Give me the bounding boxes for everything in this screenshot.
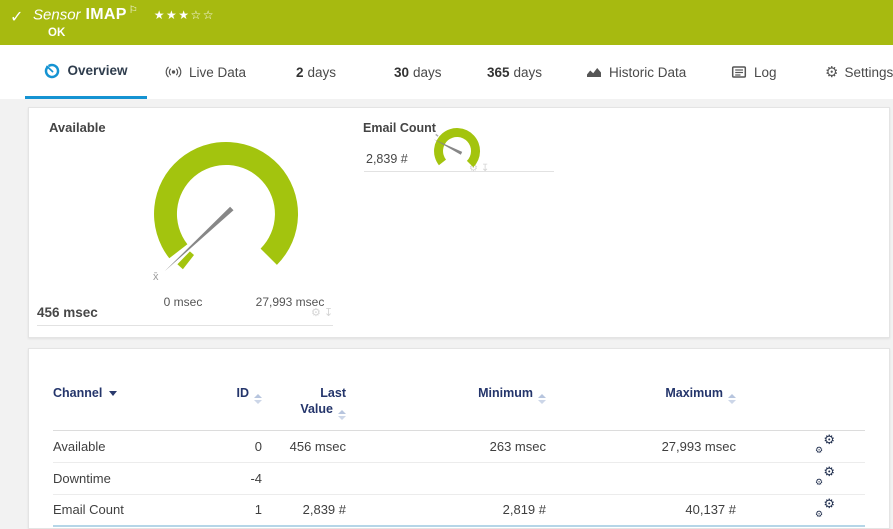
gauge-available-tools[interactable]: ⚙↧ xyxy=(311,306,336,319)
channel-maximum: 40,137 # xyxy=(685,502,736,518)
gauge-available-scale-min: 0 msec xyxy=(163,295,203,309)
sensor-tab-bar: Overview Live Data 2 days 30 days 365 da… xyxy=(0,45,893,99)
sort-icon xyxy=(538,394,546,404)
tab-365-days[interactable]: 365 days xyxy=(487,45,542,99)
column-header-minimum[interactable]: Minimum xyxy=(346,386,546,404)
area-chart-icon xyxy=(586,64,602,80)
sort-descending-icon xyxy=(109,391,118,396)
gauge-email-count[interactable] xyxy=(429,123,485,179)
sensor-type-label: Sensor xyxy=(33,6,81,24)
channel-name[interactable]: Downtime xyxy=(53,471,228,486)
status-badge: OK xyxy=(48,27,66,39)
sensor-name: IMAP xyxy=(85,6,127,24)
gauge-email-count-value: 2,839 # xyxy=(366,152,408,166)
gauge-available-value: 456 msec xyxy=(37,305,98,320)
tab-live-data-label: Live Data xyxy=(189,64,247,80)
tab-2-days[interactable]: 2 days xyxy=(296,45,336,99)
channel-last-value: 2,839 # xyxy=(302,502,346,518)
stars-filled[interactable]: ★★★ xyxy=(154,8,191,22)
tab-log[interactable]: Log xyxy=(731,45,777,99)
gauge-icon xyxy=(44,63,60,79)
column-header-minimum-label: Minimum xyxy=(478,386,533,400)
pin-icon[interactable]: ↧ xyxy=(324,306,336,319)
tab-historic-data-label: Historic Data xyxy=(609,64,687,80)
sort-icon xyxy=(338,409,346,420)
sort-icon xyxy=(728,394,736,404)
column-header-value-label: Value xyxy=(300,401,333,416)
tab-365-days-number: 365 xyxy=(487,64,510,80)
gear-icon: ⚙ xyxy=(823,496,835,512)
channel-id: 1 xyxy=(254,502,262,518)
tab-30-days-label: days xyxy=(413,64,442,80)
gauge-email-count-title: Email Count xyxy=(363,121,436,135)
gauge-available[interactable] xyxy=(106,119,346,309)
column-header-channel-label: Channel xyxy=(53,386,103,400)
tab-overview[interactable]: Overview xyxy=(25,45,147,99)
channel-settings-icon[interactable]: ⚙ ⚙ xyxy=(815,465,835,489)
gear-icon: ⚙ xyxy=(823,465,835,481)
column-header-last-value[interactable]: Last Value xyxy=(262,386,346,420)
live-signal-icon xyxy=(165,64,182,80)
gauge-email-count-arc xyxy=(434,128,481,168)
tab-365-days-label: days xyxy=(513,64,543,80)
channel-id: -4 xyxy=(250,470,262,486)
channel-settings-icon[interactable]: ⚙ ⚙ xyxy=(815,433,835,457)
sensor-status-banner: ✓ Sensor IMAP ⚐ ★★★☆☆ OK xyxy=(0,0,893,45)
tab-2-days-number: 2 xyxy=(296,64,304,80)
gauge-available-zero-tick xyxy=(177,251,194,270)
column-header-maximum-label: Maximum xyxy=(665,386,723,400)
channels-table: Channel ID Last Value Minimum Maximum Ava… xyxy=(29,349,889,527)
sort-icon xyxy=(254,394,262,404)
gauge-available-title: Available xyxy=(49,120,106,135)
stars-empty[interactable]: ☆☆ xyxy=(190,8,215,22)
sensor-title: Sensor IMAP ⚐ ★★★☆☆ xyxy=(33,5,215,24)
priority-stars[interactable]: ★★★☆☆ xyxy=(154,8,215,22)
column-header-channel[interactable]: Channel xyxy=(53,386,228,400)
tab-2-days-label: days xyxy=(307,64,337,80)
table-header-row: Channel ID Last Value Minimum Maximum xyxy=(53,349,865,431)
column-header-id-label: ID xyxy=(236,386,250,400)
tab-historic-data[interactable]: Historic Data xyxy=(586,45,686,99)
table-row-downtime: Downtime -4 ⚙ ⚙ xyxy=(53,463,865,495)
tab-live-data[interactable]: Live Data xyxy=(165,45,246,99)
channel-name[interactable]: Available xyxy=(53,439,228,454)
gauges-panel: Available x̄ 0 msec 27,993 msec 456 msec… xyxy=(28,107,890,338)
gauge-available-arc xyxy=(154,141,299,265)
average-marker: x̄ xyxy=(153,271,159,283)
gear-icon[interactable]: ⚙ xyxy=(311,306,324,319)
gear-icon: ⚙ xyxy=(825,63,839,81)
column-header-maximum[interactable]: Maximum xyxy=(546,386,736,404)
gear-icon: ⚙ xyxy=(815,478,824,489)
tab-30-days[interactable]: 30 days xyxy=(394,45,442,99)
gear-icon: ⚙ xyxy=(815,446,824,457)
channel-maximum: 27,993 msec xyxy=(661,438,736,454)
column-header-id[interactable]: ID xyxy=(228,386,262,404)
channel-id: 0 xyxy=(254,438,262,454)
channel-settings-icon[interactable]: ⚙ ⚙ xyxy=(815,496,835,520)
gear-icon: ⚙ xyxy=(815,509,824,520)
tab-settings-label: Settings xyxy=(844,64,893,80)
channel-name[interactable]: Email Count xyxy=(53,502,228,517)
gauge-email-count-tick xyxy=(435,133,439,137)
log-list-icon xyxy=(731,64,747,80)
flag-icon: ⚐ xyxy=(128,5,138,16)
column-header-last-label: Last xyxy=(320,386,346,400)
channel-minimum: 263 msec xyxy=(489,438,546,454)
channels-table-panel: Channel ID Last Value Minimum Maximum Ava… xyxy=(28,348,890,529)
channel-minimum: 2,819 # xyxy=(502,502,546,518)
tab-settings[interactable]: ⚙ Settings xyxy=(825,45,893,99)
gauge-available-divider xyxy=(37,325,333,326)
tab-log-label: Log xyxy=(754,64,777,80)
tab-30-days-number: 30 xyxy=(394,64,410,80)
prtg-sensor-page: ✓ Sensor IMAP ⚐ ★★★☆☆ OK Overview Live Data… xyxy=(0,0,893,529)
gear-icon: ⚙ xyxy=(823,433,835,449)
channel-last-value: 456 msec xyxy=(289,438,346,454)
status-ok-check-icon: ✓ xyxy=(10,9,24,26)
table-row-available: Available 0 456 msec 263 msec 27,993 mse… xyxy=(53,431,865,463)
tab-overview-label: Overview xyxy=(67,63,128,78)
table-row-email-count: Email Count 1 2,839 # 2,819 # 40,137 # ⚙… xyxy=(53,495,865,527)
